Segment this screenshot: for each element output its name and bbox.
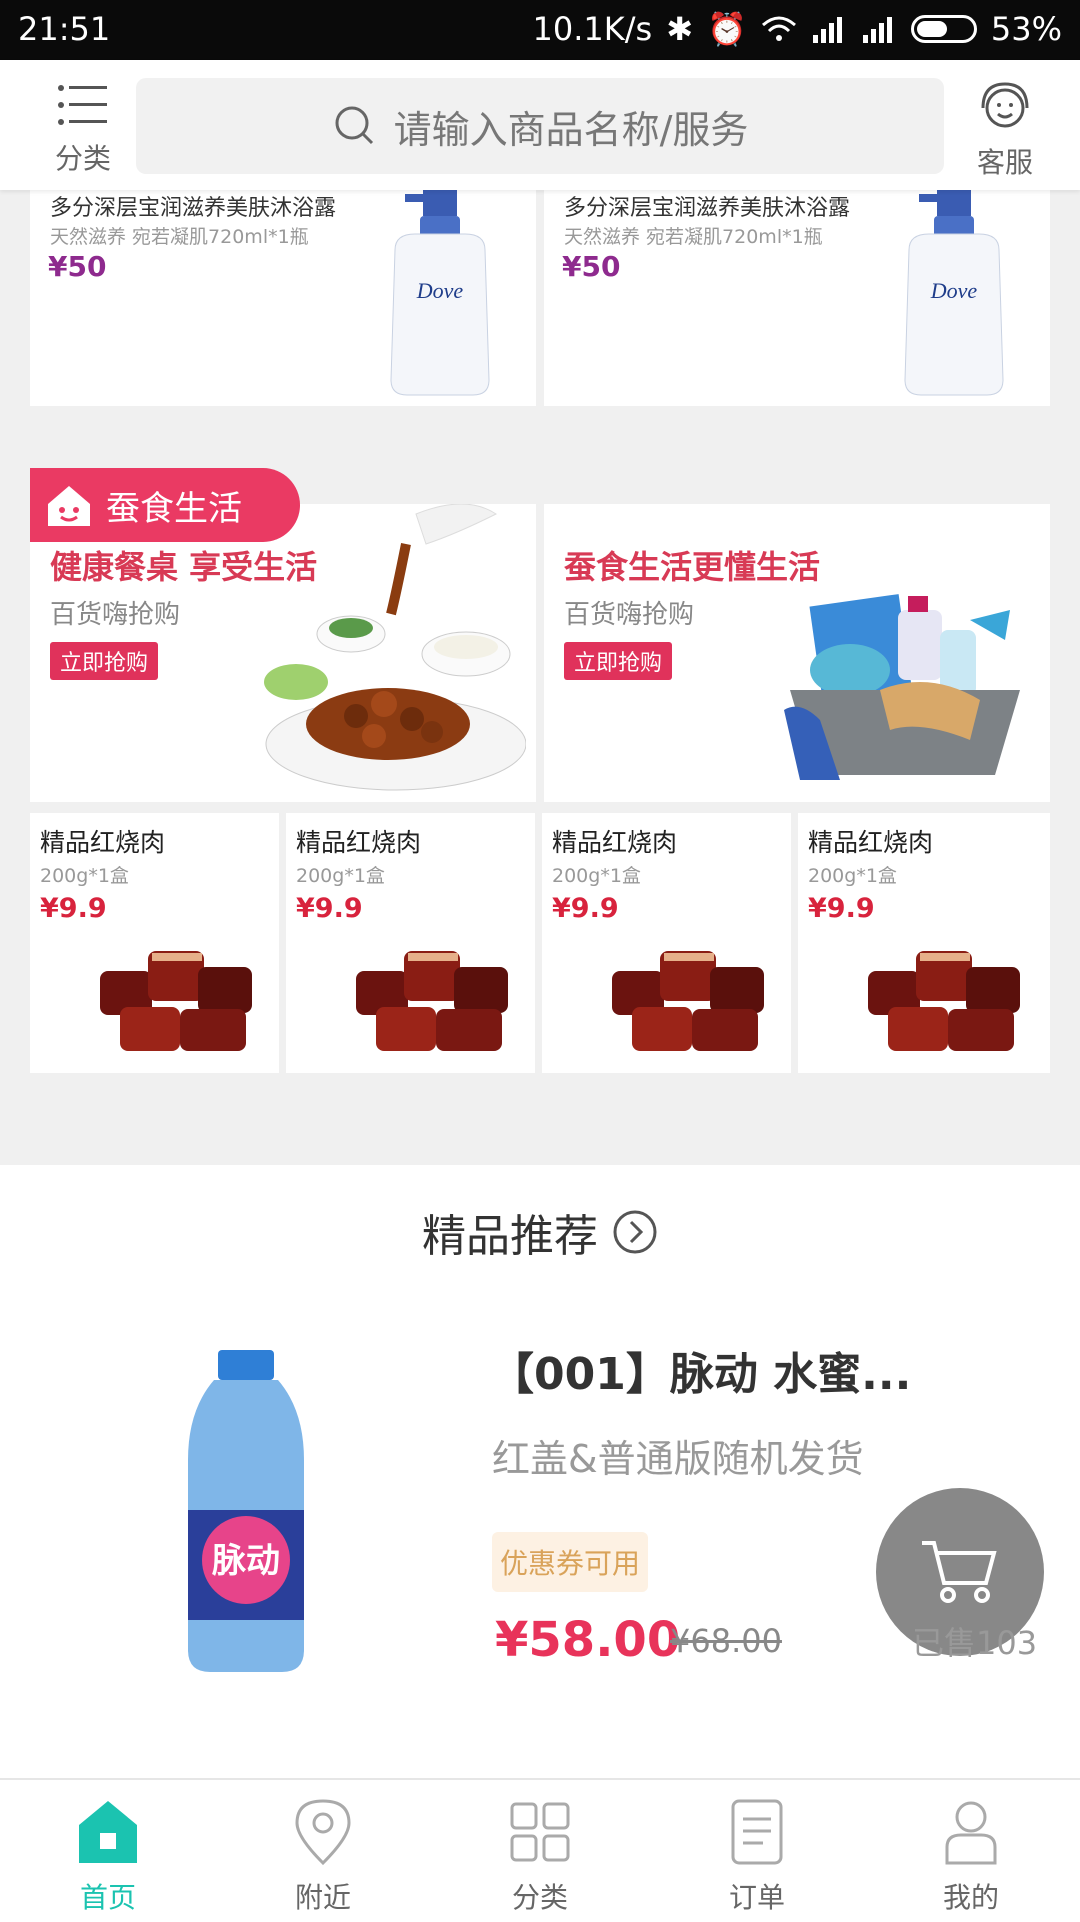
signal-icon-2 (862, 17, 892, 43)
bluetooth-icon: ✱ (666, 10, 694, 48)
promo-subtitle: 百货嗨抢购 (50, 600, 181, 630)
braised-pork-image (612, 951, 764, 1051)
nav-orders[interactable]: 订单 (692, 1788, 822, 1916)
sold-count: 已售103 (912, 1624, 1038, 1662)
promo-card-food[interactable]: 健康餐桌 享受生活 百货嗨抢购 立即抢购 (30, 504, 536, 802)
dove-bottle-image: Dove (390, 190, 490, 396)
cart-icon (922, 1541, 997, 1603)
signal-icon (812, 17, 842, 43)
braised-pork-image (356, 951, 508, 1051)
braised-pork-image (100, 951, 252, 1051)
product-price: ¥9.9 (296, 893, 363, 924)
product-title: 精品红烧肉 (808, 828, 934, 857)
nav-category-label: 分类 (511, 1881, 568, 1914)
service-label: 客服 (976, 146, 1033, 179)
product-card-pork-1[interactable]: 精品红烧肉 200g*1盒 ¥9.9 (30, 813, 279, 1073)
product-card-dove-1[interactable]: 多分深层宝润滋养美肤沐浴露 天然滋养 宛若凝肌720ml*1瓶 ¥50 Dove (30, 190, 536, 406)
featured-title: 精品推荐 (422, 1211, 598, 1262)
bottle-label: 脉动 (212, 1542, 280, 1580)
home-icon (79, 1801, 137, 1863)
product-card-pork-2[interactable]: 精品红烧肉 200g*1盒 ¥9.9 (286, 813, 535, 1073)
battery-icon (910, 15, 977, 43)
product-card-dove-2[interactable]: 多分深层宝润滋养美肤沐浴露 天然滋养 宛若凝肌720ml*1瓶 ¥50 Dove (544, 190, 1050, 406)
location-pin-icon (295, 1799, 351, 1866)
network-speed: 10.1K/s (532, 10, 653, 48)
product-title: 精品红烧肉 (40, 828, 166, 857)
product-subtitle: 200g*1盒 (296, 865, 385, 887)
status-time: 21:51 (18, 10, 111, 48)
chevron-right-circle-icon (613, 1210, 657, 1254)
product-subtitle: 天然滋养 宛若凝肌720ml*1瓶 (50, 226, 309, 248)
search-icon (335, 106, 373, 145)
top-header: 分类 请输入商品名称/服务 客服 (0, 60, 1080, 190)
promo-title: 蚕食生活更懂生活 (564, 548, 821, 586)
braised-dish-image (264, 504, 526, 791)
nav-home-label: 首页 (79, 1881, 136, 1914)
product-card-pork-3[interactable]: 精品红烧肉 200g*1盒 ¥9.9 (542, 813, 791, 1073)
headset-icon (981, 82, 1029, 128)
status-bar: 21:51 10.1K/s ✱ ⏰ 53% (0, 0, 1080, 60)
category-button[interactable]: 分类 (40, 80, 126, 177)
product-title: 精品红烧肉 (296, 828, 422, 857)
coupon-badge: 优惠券可用 (492, 1532, 649, 1592)
battery-percent: 53% (990, 10, 1062, 48)
nav-category[interactable]: 分类 (475, 1788, 605, 1916)
grid-icon (510, 1802, 570, 1862)
dove-bottle-image: Dove (904, 190, 1004, 396)
search-input[interactable]: 请输入商品名称/服务 (136, 78, 944, 174)
mizone-bottle-image[interactable]: 脉动 (176, 1350, 316, 1676)
section-tag-label: 蚕食生活 (106, 488, 242, 529)
product-price: ¥9.9 (40, 893, 107, 924)
category-label: 分类 (54, 142, 111, 175)
product-subtitle: 天然滋养 宛若凝肌720ml*1瓶 (564, 226, 823, 248)
product-subtitle: 200g*1盒 (808, 865, 897, 887)
house-smile-icon (48, 486, 90, 526)
original-price: ¥68.00 (670, 1622, 782, 1660)
search-placeholder: 请输入商品名称/服务 (393, 107, 749, 152)
product-subtitle: 200g*1盒 (552, 865, 641, 887)
nav-mine-label: 我的 (942, 1881, 999, 1914)
product-price: ¥9.9 (808, 893, 875, 924)
buy-now-button[interactable]: 立即抢购 (564, 642, 673, 680)
bottle-brand: Dove (416, 278, 464, 303)
product-title: 多分深层宝润滋养美肤沐浴露 (564, 196, 851, 221)
bottle-brand: Dove (930, 278, 978, 303)
product-title: 多分深层宝润滋养美肤沐浴露 (50, 196, 337, 221)
user-icon (945, 1801, 997, 1865)
list-icon (58, 85, 107, 125)
bottom-nav: 首页 附近 分类 订单 我的 (0, 1778, 1080, 1922)
alarm-icon: ⏰ (707, 10, 747, 48)
product-name[interactable]: 【001】脉动 水蜜... (490, 1338, 911, 1402)
product-title: 精品红烧肉 (552, 828, 678, 857)
cleaning-basket-image (784, 594, 1020, 780)
order-list-icon (731, 1799, 783, 1865)
customer-service-button[interactable]: 客服 (960, 80, 1050, 181)
product-description: 红盖&普通版随机发货 (492, 1437, 864, 1481)
wifi-icon (761, 16, 796, 41)
section-tag: 蚕食生活 (30, 468, 300, 542)
product-price: ¥9.9 (552, 893, 619, 924)
nav-nearby[interactable]: 附近 (258, 1788, 388, 1916)
product-card-pork-4[interactable]: 精品红烧肉 200g*1盒 ¥9.9 (798, 813, 1050, 1073)
product-subtitle: 200g*1盒 (40, 865, 129, 887)
nav-orders-label: 订单 (728, 1881, 785, 1914)
featured-section-header[interactable]: 精品推荐 (0, 1200, 1080, 1264)
promo-subtitle: 百货嗨抢购 (564, 600, 695, 630)
buy-now-button[interactable]: 立即抢购 (50, 642, 159, 680)
promo-card-household[interactable]: 蚕食生活更懂生活 百货嗨抢购 立即抢购 (544, 504, 1050, 802)
nav-home[interactable]: 首页 (43, 1788, 173, 1916)
product-price: ¥58.00 (495, 1612, 681, 1668)
product-price: ¥50 (48, 250, 107, 283)
product-price: ¥50 (562, 250, 621, 283)
nav-mine[interactable]: 我的 (906, 1788, 1036, 1916)
nav-nearby-label: 附近 (294, 1881, 351, 1914)
braised-pork-image (868, 951, 1020, 1051)
status-icons: 10.1K/s ✱ ⏰ 53% (533, 10, 1062, 48)
